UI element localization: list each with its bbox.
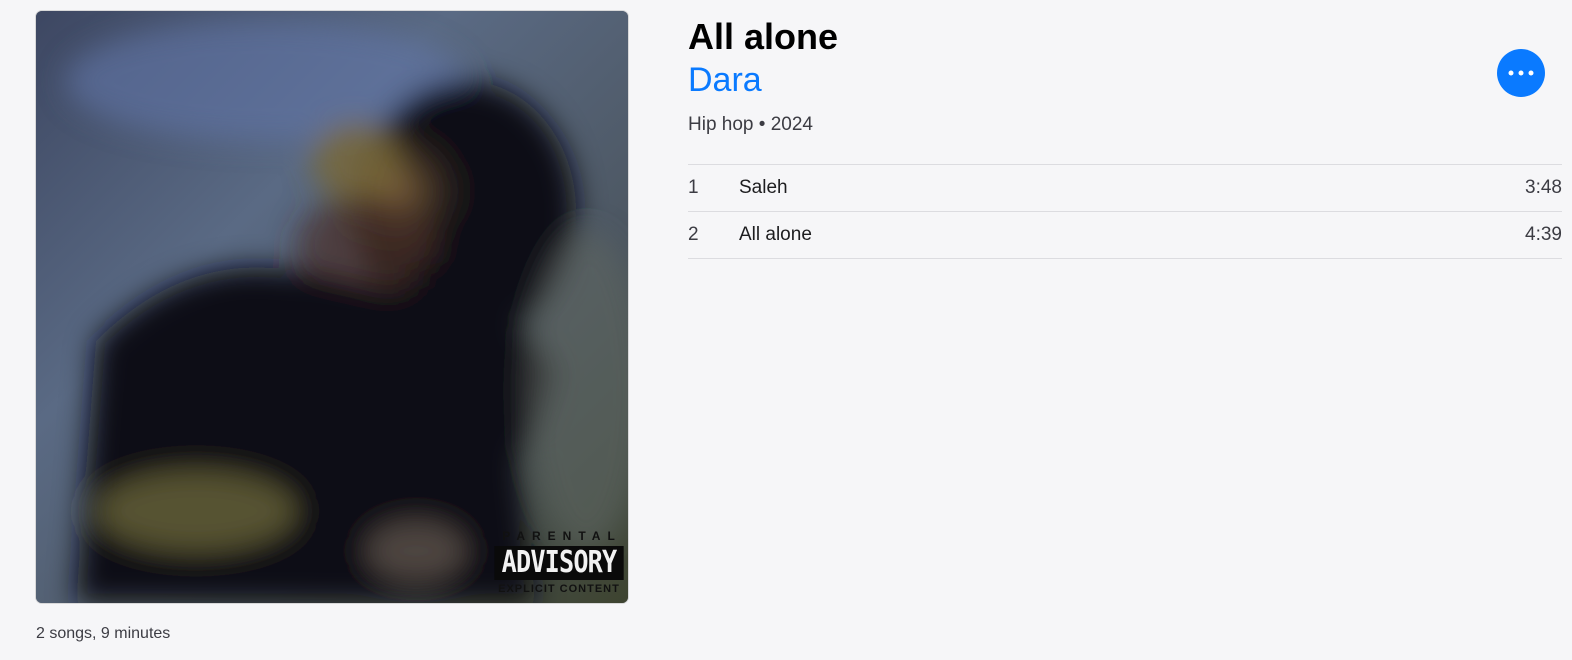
parental-advisory-logo: PARENTAL ADVISORY EXPLICIT CONTENT (492, 525, 626, 601)
artwork-image (36, 11, 628, 603)
track-title: All alone (739, 224, 812, 245)
advisory-bottom-text: EXPLICIT CONTENT (498, 583, 620, 595)
track-title: Saleh (739, 177, 788, 198)
track-list: 1 Saleh 3:48 2 All alone 4:39 (688, 164, 1562, 259)
track-number: 2 (688, 224, 699, 245)
track-duration: 3:48 (1525, 177, 1562, 198)
album-artwork: PARENTAL ADVISORY EXPLICIT CONTENT (36, 11, 628, 603)
artist-link[interactable]: Dara (688, 60, 762, 100)
more-options-button[interactable] (1497, 49, 1545, 97)
advisory-middle-text: ADVISORY (494, 546, 624, 580)
album-summary: 2 songs, 9 minutes (36, 625, 171, 642)
advisory-top-text: PARENTAL (502, 529, 622, 543)
track-number: 1 (688, 177, 699, 198)
ellipsis-icon (1508, 70, 1534, 76)
album-page: PARENTAL ADVISORY EXPLICIT CONTENT 2 son… (0, 0, 1572, 660)
album-meta: Hip hop • 2024 (688, 114, 813, 135)
album-title: All alone (688, 16, 839, 57)
track-row[interactable]: 2 All alone 4:39 (688, 212, 1562, 259)
track-duration: 4:39 (1525, 224, 1562, 245)
album-header: All alone Dara Hip hop • 2024 (688, 14, 838, 136)
track-row[interactable]: 1 Saleh 3:48 (688, 165, 1562, 212)
